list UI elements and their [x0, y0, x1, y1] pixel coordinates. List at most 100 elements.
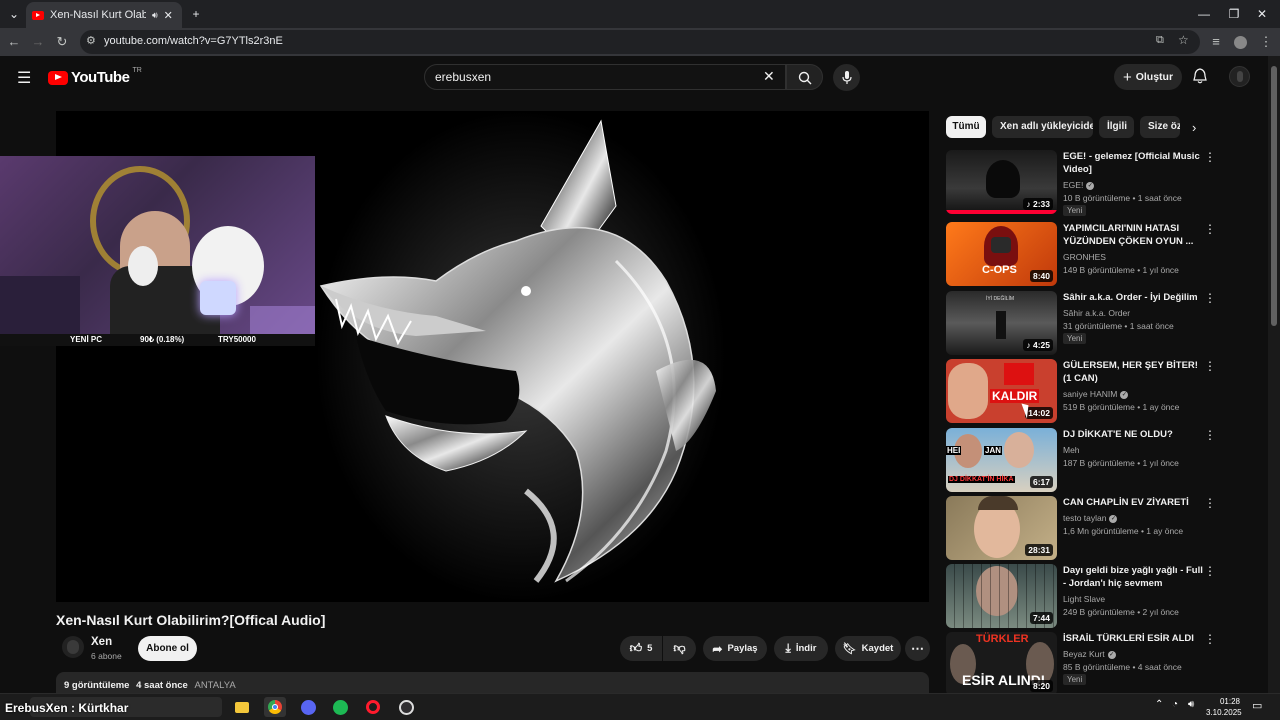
menu-icon[interactable]: ☰ — [17, 68, 31, 88]
browser-menu-icon[interactable]: ⋮ — [1256, 32, 1276, 52]
install-app-icon[interactable]: ⧉ — [1156, 34, 1164, 47]
recommendation-item[interactable]: ♪ 2:33 EGE! - gelemez [Official Music Vi… — [946, 150, 1216, 216]
video-thumbnail[interactable]: İYİ DEĞİLİM ♪ 4:25 — [946, 291, 1057, 355]
voice-search-button[interactable] — [833, 64, 860, 91]
video-thumbnail[interactable]: ♪ 2:33 — [946, 150, 1057, 214]
youtube-favicon-icon — [32, 10, 44, 20]
video-thumbnail[interactable]: HEI JAN DJ DİKKAT'İN HİKA 6:17 — [946, 428, 1057, 492]
back-icon[interactable]: ← — [4, 32, 24, 52]
thumb-text: TÜRKLER — [976, 633, 1029, 645]
clear-search-icon[interactable]: ✕ — [763, 68, 775, 85]
close-tab-icon[interactable]: ✕ — [164, 9, 173, 22]
forward-icon[interactable]: → — [28, 32, 48, 52]
channel-name[interactable]: Xen — [91, 636, 112, 648]
more-actions-icon[interactable]: ⋯ — [905, 636, 930, 661]
chips-next-icon[interactable]: › — [1192, 120, 1196, 135]
minimize-icon[interactable]: — — [1194, 4, 1214, 24]
chip-all[interactable]: Tümü — [946, 116, 986, 138]
recommendation-item[interactable]: TÜRKLER ESİR ALINDI 8:20 İSRAİL TÜRKLERİ… — [946, 632, 1216, 693]
upload-age: 4 saat önce — [136, 680, 188, 691]
more-options-icon[interactable]: ⋮ — [1204, 150, 1216, 164]
site-info-icon[interactable]: ⚙︎ — [86, 34, 96, 47]
download-button[interactable]: ⤓ İndir — [774, 636, 828, 661]
reading-list-icon[interactable]: ≡ — [1206, 32, 1226, 52]
chip-for-you[interactable]: Size öz — [1140, 116, 1180, 138]
notifications-bell-icon[interactable] — [1193, 68, 1207, 87]
browser-tab[interactable]: Xen-Nasıl Kurt Olabilirim?[Offical Audio… — [26, 2, 182, 28]
spotify-icon[interactable] — [329, 697, 351, 717]
share-icon: ➦ — [712, 641, 723, 656]
more-options-icon[interactable]: ⋮ — [1204, 428, 1216, 442]
taskbar-clock[interactable]: 01:28 3.10.2025 — [1206, 696, 1242, 718]
new-badge: Yeni — [1063, 333, 1087, 344]
restore-icon[interactable]: ❐ — [1224, 4, 1244, 24]
video-thumbnail[interactable]: 7:44 — [946, 564, 1057, 628]
subscribe-button[interactable]: Abone ol — [138, 636, 197, 661]
rec-channel: GRONHES — [1063, 252, 1106, 262]
wifi-icon[interactable]: ◔ — [1172, 699, 1178, 710]
more-options-icon[interactable]: ⋮ — [1204, 564, 1216, 578]
rec-meta: 10 B görüntüleme • 1 saat önce — [1063, 193, 1182, 203]
chrome-icon[interactable] — [264, 697, 286, 717]
volume-icon[interactable]: 🔊︎ — [1188, 699, 1194, 710]
channel-avatar[interactable] — [62, 636, 84, 658]
search-input[interactable] — [435, 68, 755, 86]
obs-icon[interactable] — [395, 697, 417, 717]
more-options-icon[interactable]: ⋮ — [1204, 632, 1216, 646]
chip-related[interactable]: İlgili — [1099, 116, 1134, 138]
new-badge: Yeni — [1063, 674, 1087, 685]
rec-meta: 249 B görüntüleme • 2 yıl önce — [1063, 607, 1179, 617]
like-button[interactable]: 👍︎ 5 — [620, 636, 662, 661]
subscriber-count: 6 abone — [91, 651, 122, 661]
profile-icon[interactable] — [1230, 32, 1250, 52]
location-tag[interactable]: ANTALYA — [194, 680, 235, 691]
account-avatar[interactable] — [1229, 66, 1250, 87]
more-options-icon[interactable]: ⋮ — [1204, 496, 1216, 510]
chip-from-uploader[interactable]: Xen adlı yükleyiciden — [992, 116, 1093, 138]
speaker-icon[interactable]: 🔊︎ — [152, 10, 158, 21]
recommendation-item[interactable]: C-OPS 8:40 YAPIMCILARI'NIN HATASI YÜZÜND… — [946, 222, 1216, 286]
duration-badge: 28:31 — [1025, 544, 1053, 556]
discord-icon[interactable] — [297, 697, 319, 717]
scrollbar-thumb[interactable] — [1271, 66, 1277, 326]
recommendation-item[interactable]: KALDIR 14:02 GÜLERSEM, HER ŞEY BİTER! (1… — [946, 359, 1216, 423]
goal-label: YENİ PC — [70, 335, 103, 344]
recommendation-item[interactable]: 7:44 Dayı geldi bize yağlı yağlı - Full … — [946, 564, 1216, 628]
share-button[interactable]: ➦ Paylaş — [703, 636, 767, 661]
create-button[interactable]: + Oluştur — [1114, 64, 1182, 90]
more-options-icon[interactable]: ⋮ — [1204, 359, 1216, 373]
recommendation-item[interactable]: 28:31 CAN CHAPLİN EV ZİYARETİ testo tayl… — [946, 496, 1216, 560]
rec-title: DJ DİKKAT'E NE OLDU? — [1063, 429, 1173, 440]
video-thumbnail[interactable]: KALDIR 14:02 — [946, 359, 1057, 423]
address-bar[interactable]: ⚙︎ youtube.com/watch?v=G7YTls2r3nE ⧉ ☆ — [80, 30, 1200, 54]
dislike-button[interactable]: 👎︎ — [663, 636, 696, 661]
tray-chevron-icon[interactable]: ⌃ — [1155, 699, 1163, 710]
reload-icon[interactable]: ↻ — [52, 32, 72, 52]
youtube-logo[interactable]: YouTube TR — [48, 67, 142, 86]
new-tab-icon[interactable]: + — [186, 4, 206, 24]
share-label: Paylaş — [727, 643, 758, 654]
create-label: Oluştur — [1135, 71, 1174, 83]
close-window-icon[interactable]: ✕ — [1252, 4, 1272, 24]
more-options-icon[interactable]: ⋮ — [1204, 222, 1216, 236]
rec-channel: Light Slave — [1063, 594, 1106, 604]
download-icon: ⤓ — [785, 641, 791, 655]
goal-target: TRY50000 — [218, 335, 256, 344]
more-options-icon[interactable]: ⋮ — [1204, 291, 1216, 305]
search-button[interactable] — [786, 64, 823, 90]
recommendation-item[interactable]: İYİ DEĞİLİM ♪ 4:25 Sâhir a.k.a. Order - … — [946, 291, 1216, 355]
file-explorer-icon[interactable] — [231, 697, 253, 717]
save-button[interactable]: 🔖︎ Kaydet — [835, 636, 901, 661]
rec-meta: 519 B görüntüleme • 1 ay önce — [1063, 402, 1180, 412]
bookmark-star-icon[interactable]: ☆ — [1178, 33, 1189, 47]
opera-icon[interactable] — [362, 697, 384, 717]
view-count: 9 görüntüleme — [64, 680, 130, 691]
notification-center-icon[interactable]: ▭ — [1252, 699, 1262, 712]
thumbs-down-icon: 👎︎ — [673, 641, 686, 655]
tab-search-icon[interactable]: ⌄ — [4, 4, 24, 24]
video-thumbnail[interactable]: TÜRKLER ESİR ALINDI 8:20 — [946, 632, 1057, 693]
video-thumbnail[interactable]: C-OPS 8:40 — [946, 222, 1057, 286]
video-thumbnail[interactable]: 28:31 — [946, 496, 1057, 560]
page-scrollbar[interactable] — [1268, 56, 1280, 693]
recommendation-item[interactable]: HEI JAN DJ DİKKAT'İN HİKA 6:17 DJ DİKKAT… — [946, 428, 1216, 492]
